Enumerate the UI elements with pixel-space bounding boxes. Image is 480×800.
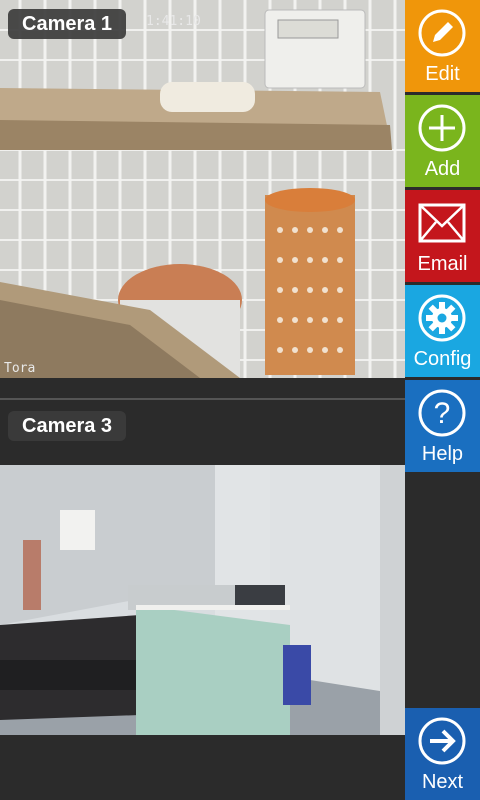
config-button[interactable]: Config [405, 285, 480, 377]
camera-3-image [0, 465, 405, 735]
email-button-label: Email [417, 253, 468, 275]
help-button[interactable]: ? Help [405, 380, 480, 472]
camera-1-overlay-text: Tora [4, 361, 36, 376]
envelope-icon [418, 203, 466, 243]
add-button[interactable]: Add [405, 95, 480, 187]
help-button-label: Help [421, 443, 464, 465]
edit-button-label: Edit [425, 63, 460, 85]
divider [0, 398, 405, 400]
camera-3-feed[interactable] [0, 465, 405, 735]
gear-icon [418, 294, 466, 342]
add-button-label: Add [424, 158, 461, 180]
camera-1-image [0, 0, 405, 378]
svg-text:?: ? [434, 397, 451, 430]
question-icon: ? [418, 389, 466, 437]
camera-1-label: Camera 1 [8, 9, 127, 39]
email-button[interactable]: Email [405, 190, 480, 282]
arrow-right-icon [418, 717, 466, 765]
plus-icon [418, 104, 466, 152]
pencil-icon [418, 9, 466, 57]
action-sidebar: Edit Add Email Config ? Help Next [405, 0, 480, 800]
camera-1-feed[interactable]: 1:41:10 Tora Camera 1 [0, 0, 405, 378]
next-button-label: Next [421, 771, 464, 793]
next-button[interactable]: Next [405, 708, 480, 800]
camera-1-timestamp: 1:41:10 [146, 14, 201, 29]
config-button-label: Config [413, 348, 472, 370]
edit-button[interactable]: Edit [405, 0, 480, 92]
camera-3-label: Camera 3 [8, 411, 127, 441]
